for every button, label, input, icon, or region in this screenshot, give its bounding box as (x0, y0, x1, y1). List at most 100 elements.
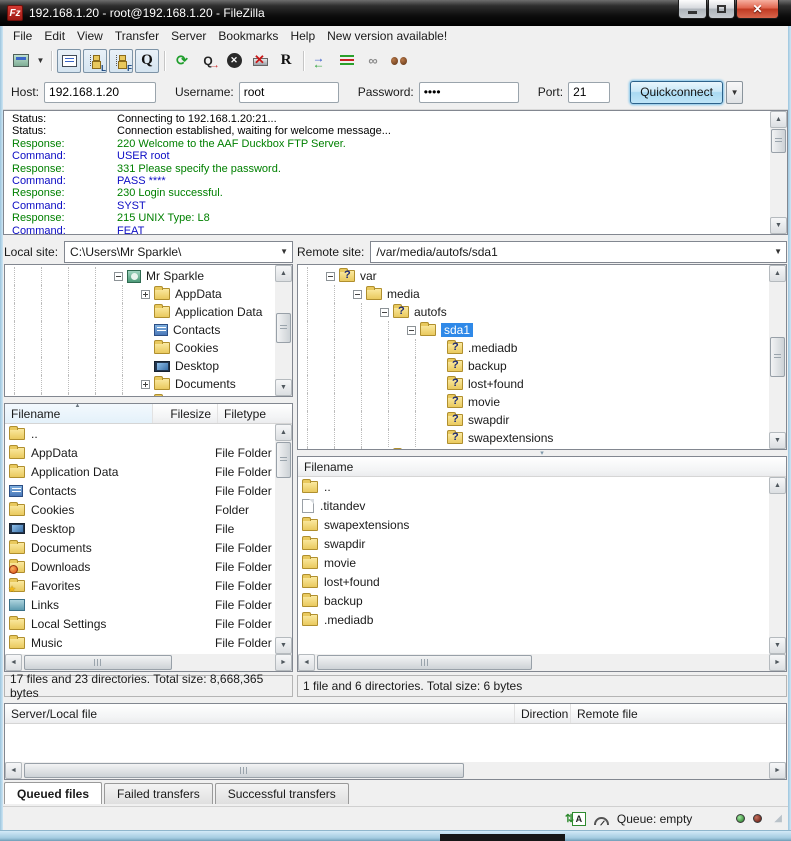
remote-list-vertical-scrollbar[interactable]: ▲ ▼ (769, 477, 786, 654)
directory-comparison-button[interactable] (309, 49, 333, 73)
tree-item-lost-found[interactable]: lost+found (298, 375, 786, 393)
menu-edit[interactable]: Edit (38, 27, 71, 45)
port-input[interactable] (568, 82, 610, 103)
tree-item-mr-sparkle[interactable]: Mr Sparkle (5, 267, 292, 285)
collapse-expander[interactable] (326, 272, 335, 281)
menu-view[interactable]: View (71, 27, 109, 45)
tree-item-swapextensions[interactable]: swapextensions (298, 429, 786, 447)
host-input[interactable] (44, 82, 156, 103)
collapse-expander[interactable] (380, 308, 389, 317)
tree-item-contacts[interactable]: Contacts (5, 321, 292, 339)
tab-failed-transfers[interactable]: Failed transfers (104, 783, 213, 804)
scroll-up-arrow[interactable]: ▲ (275, 424, 292, 441)
column-header-remote-file[interactable]: Remote file (571, 704, 786, 723)
disconnect-button[interactable] (248, 49, 272, 73)
local-tree-vertical-scrollbar[interactable]: ▲ ▼ (275, 265, 292, 396)
tree-item-sda1[interactable]: sda1 (298, 321, 786, 339)
tree-item-media[interactable]: media (298, 285, 786, 303)
tree-item-autofs[interactable]: autofs (298, 303, 786, 321)
file-row-application-data[interactable]: Application DataFile Folder (5, 462, 275, 481)
scroll-left-arrow[interactable]: ◄ (5, 654, 22, 671)
remote-site-combobox[interactable]: /var/media/autofs/sda1 ▼ (370, 241, 787, 263)
username-input[interactable] (239, 82, 339, 103)
collapse-expander[interactable] (407, 326, 416, 335)
process-queue-button[interactable]: Q (196, 49, 220, 73)
file-search-button[interactable] (387, 49, 411, 73)
tree-item-var[interactable]: var (298, 267, 786, 285)
scrollbar-thumb[interactable] (317, 655, 532, 670)
menu-help[interactable]: Help (284, 27, 321, 45)
collapse-expander[interactable] (353, 290, 362, 299)
file-row-swapextensions[interactable]: swapextensions (298, 515, 769, 534)
chevron-down-icon[interactable]: ▼ (280, 247, 288, 256)
close-button[interactable]: ✕ (736, 0, 779, 19)
scrollbar-thumb[interactable] (770, 337, 785, 377)
menu-server[interactable]: Server (165, 27, 212, 45)
toggle-local-tree-button[interactable]: L (83, 49, 107, 73)
file-row-titandev[interactable]: .titandev (298, 496, 769, 515)
scroll-right-arrow[interactable]: ► (275, 654, 292, 671)
file-row-appdata[interactable]: AppDataFile Folder (5, 443, 275, 462)
column-header-filename[interactable]: ▲Filename (5, 404, 153, 423)
remote-list-horizontal-scrollbar[interactable]: ◄ ► (298, 654, 786, 671)
column-header-server-local-file[interactable]: Server/Local file (5, 704, 515, 723)
synchronized-browsing-button[interactable] (335, 49, 359, 73)
toggle-message-log-button[interactable] (57, 49, 81, 73)
scroll-down-arrow[interactable]: ▼ (770, 217, 787, 234)
local-list-horizontal-scrollbar[interactable]: ◄ ► (5, 654, 292, 671)
quickconnect-dropdown-button[interactable]: ▼ (726, 81, 743, 104)
scroll-up-arrow[interactable]: ▲ (769, 477, 786, 494)
menu-new-version[interactable]: New version available! (321, 27, 453, 45)
menu-transfer[interactable]: Transfer (109, 27, 165, 45)
scrollbar-thumb[interactable] (24, 655, 172, 670)
filename-filters-button[interactable]: ∞ (361, 49, 385, 73)
chevron-down-icon[interactable]: ▼ (774, 247, 782, 256)
local-list-vertical-scrollbar[interactable]: ▲ ▼ (275, 424, 292, 654)
file-row-local-settings[interactable]: Local SettingsFile Folder (5, 614, 275, 633)
tree-item-appdata[interactable]: AppData (5, 285, 292, 303)
scroll-up-arrow[interactable]: ▲ (769, 265, 786, 282)
file-row-swapdir[interactable]: swapdir (298, 534, 769, 553)
site-manager-dropdown-button[interactable]: ▼ (34, 49, 47, 73)
tree-item-swapdir[interactable]: swapdir (298, 411, 786, 429)
tree-item-downloads[interactable]: Downloads (5, 393, 292, 397)
remote-tree-vertical-scrollbar[interactable]: ▲ ▼ (769, 265, 786, 449)
tree-item-mediadb[interactable]: .mediadb (298, 339, 786, 357)
queue-horizontal-scrollbar[interactable]: ◄ ► (5, 762, 786, 779)
scroll-down-arrow[interactable]: ▼ (275, 637, 292, 654)
menu-file[interactable]: File (7, 27, 38, 45)
scroll-down-arrow[interactable]: ▼ (769, 432, 786, 449)
scrollbar-thumb[interactable] (276, 313, 291, 343)
collapse-expander[interactable] (114, 272, 123, 281)
expand-expander[interactable] (141, 290, 150, 299)
local-site-combobox[interactable]: C:\Users\Mr Sparkle\ ▼ (64, 241, 293, 263)
scroll-left-arrow[interactable]: ◄ (298, 654, 315, 671)
scroll-left-arrow[interactable]: ◄ (5, 762, 22, 779)
transfer-type-icon[interactable]: A (572, 812, 586, 826)
column-header-direction[interactable]: Direction (515, 704, 571, 723)
site-manager-button[interactable] (9, 49, 33, 73)
tree-item-application-data[interactable]: Application Data (5, 303, 292, 321)
scrollbar-thumb[interactable] (771, 129, 786, 153)
log-vertical-scrollbar[interactable]: ▲ ▼ (770, 111, 787, 234)
expand-expander[interactable] (141, 380, 150, 389)
file-row-favorites[interactable]: FavoritesFile Folder (5, 576, 275, 595)
password-input[interactable] (419, 82, 519, 103)
file-row-backup[interactable]: backup (298, 591, 769, 610)
column-header-filesize[interactable]: Filesize (153, 404, 218, 423)
speed-limits-icon[interactable] (594, 817, 609, 825)
scroll-up-arrow[interactable]: ▲ (770, 111, 787, 128)
scroll-up-arrow[interactable]: ▲ (275, 265, 292, 282)
file-row-mediadb[interactable]: .mediadb (298, 610, 769, 629)
tab-queued-files[interactable]: Queued files (4, 782, 102, 804)
scroll-right-arrow[interactable]: ► (769, 654, 786, 671)
file-row-downloads[interactable]: DownloadsFile Folder (5, 557, 275, 576)
quickconnect-button[interactable]: Quickconnect (630, 81, 723, 104)
file-row-contacts[interactable]: ContactsFile Folder (5, 481, 275, 500)
file-row-links[interactable]: LinksFile Folder (5, 595, 275, 614)
file-row-lost-found[interactable]: lost+found (298, 572, 769, 591)
refresh-button[interactable]: ⟳ (170, 49, 194, 73)
tree-item-desktop[interactable]: Desktop (5, 357, 292, 375)
file-row-documents[interactable]: DocumentsFile Folder (5, 538, 275, 557)
tree-item-cookies[interactable]: Cookies (5, 339, 292, 357)
